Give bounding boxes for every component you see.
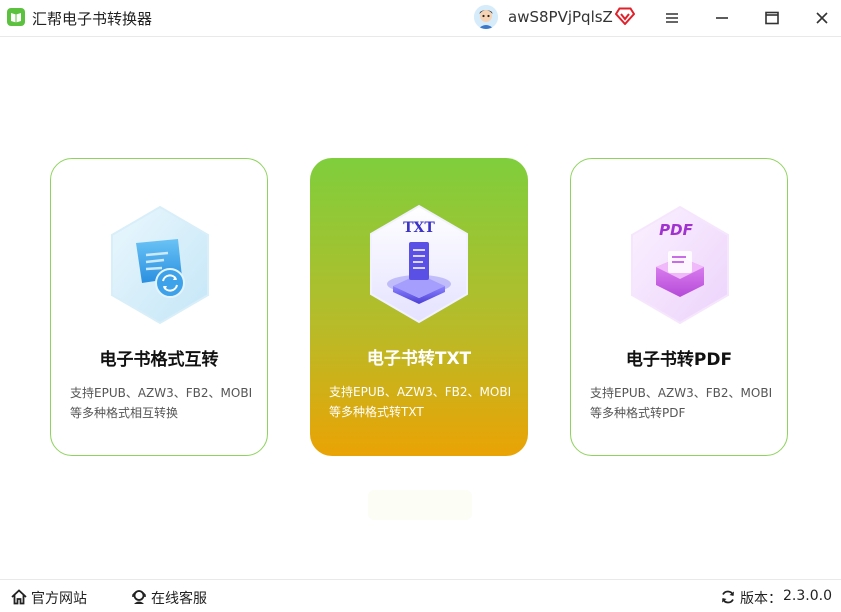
close-icon[interactable] [808, 4, 836, 32]
version-number: 2.3.0.0 [783, 588, 832, 604]
txt-icon: TXT [365, 202, 473, 326]
status-bar: 官方网站 在线客服 版本： 2.3.0.0 [0, 579, 841, 612]
username[interactable]: awS8PVjPqlsZ [508, 8, 613, 26]
card-title: 电子书转PDF [625, 350, 733, 370]
card-desc-line: 支持EPUB、AZW3、FB2、MOBI [590, 386, 773, 400]
official-site-link[interactable]: 官方网站 [11, 588, 101, 608]
card-desc-line: 等多种格式转TXT [329, 405, 424, 419]
online-service-label: 在线客服 [151, 591, 207, 607]
official-site-label: 官方网站 [31, 591, 87, 607]
vip-icon[interactable] [614, 7, 636, 29]
txt-label: TXT [403, 220, 435, 236]
pdf-label: PDF [659, 221, 693, 239]
card-desc: 支持EPUB、AZW3、FB2、MOBI 等多种格式转TXT [329, 382, 515, 422]
pdf-icon: PDF [626, 203, 734, 327]
card-desc-line: 支持EPUB、AZW3、FB2、MOBI [329, 385, 512, 399]
refresh-icon [722, 590, 734, 604]
card-desc: 支持EPUB、AZW3、FB2、MOBI 等多种格式转PDF [590, 383, 776, 423]
card-title: 电子书格式互转 [99, 350, 219, 370]
minimize-icon[interactable] [708, 4, 736, 32]
card-to-txt[interactable]: TXT 电子书转TXT 支持EPUB、AZW3、FB2、MOBI 等多种格式转T… [310, 158, 528, 456]
card-desc: 支持EPUB、AZW3、FB2、MOBI 等多种格式相互转换 [70, 383, 256, 423]
app-logo-icon [7, 8, 25, 26]
headset-icon [132, 590, 146, 604]
version-label: 版本： [740, 591, 782, 607]
online-service-link[interactable]: 在线客服 [131, 588, 221, 608]
card-format-convert[interactable]: 电子书格式互转 支持EPUB、AZW3、FB2、MOBI 等多种格式相互转换 [50, 158, 268, 456]
app-title: 汇帮电子书转换器 [32, 10, 153, 28]
version-info[interactable]: 版本： 2.3.0.0 [720, 588, 832, 608]
menu-icon[interactable] [658, 4, 686, 32]
card-to-pdf[interactable]: PDF 电子书转PDF 支持EPUB、AZW3、FB2、MOBI 等多种格式转P… [570, 158, 788, 456]
faint-placeholder [368, 490, 472, 520]
card-desc-line: 等多种格式转PDF [590, 406, 686, 420]
card-title: 电子书转TXT [366, 349, 472, 369]
card-desc-line: 等多种格式相互转换 [70, 406, 179, 420]
format-convert-icon [106, 203, 214, 327]
home-icon [11, 589, 27, 605]
avatar[interactable] [474, 5, 498, 29]
card-desc-line: 支持EPUB、AZW3、FB2、MOBI [70, 386, 253, 400]
maximize-icon[interactable] [758, 4, 786, 32]
title-bar: 汇帮电子书转换器 awS8PVjPqlsZ [0, 0, 841, 37]
